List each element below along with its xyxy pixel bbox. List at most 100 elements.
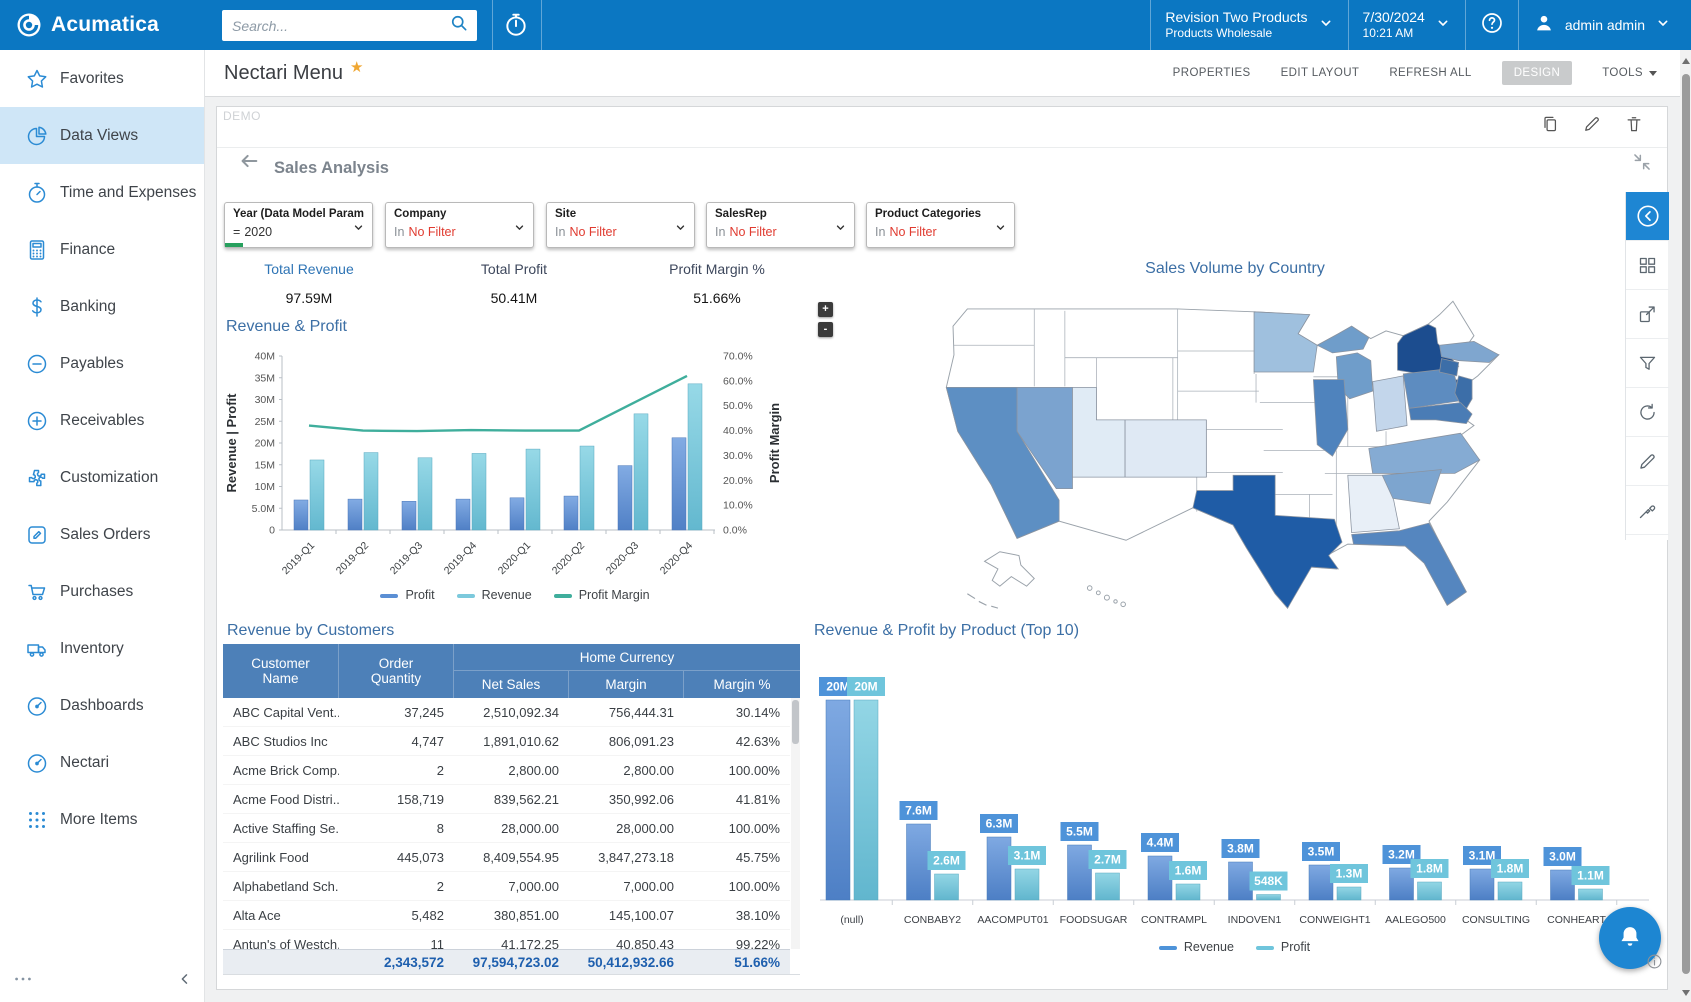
favorite-star-icon[interactable]: ★ bbox=[350, 58, 363, 76]
tenant-selector[interactable]: Revision Two Products Products Wholesale bbox=[1150, 0, 1347, 50]
kpi-label[interactable]: Total Revenue bbox=[209, 261, 409, 277]
filter-salesrep[interactable]: SalesRepInNo Filter bbox=[706, 202, 855, 248]
user-menu[interactable]: admin admin bbox=[1518, 0, 1691, 50]
table-row[interactable]: Active Staffing Se...828,000.0028,000.00… bbox=[223, 814, 790, 843]
sidebar-item-finance[interactable]: Finance bbox=[0, 221, 204, 278]
search-input[interactable] bbox=[222, 18, 449, 34]
trash-icon[interactable] bbox=[1624, 114, 1644, 139]
svg-text:35M: 35M bbox=[255, 372, 275, 384]
sidebar-item-data-views[interactable]: Data Views bbox=[0, 107, 204, 164]
table-row[interactable]: ABC Studios Inc4,7471,891,010.62806,091.… bbox=[223, 727, 790, 756]
legend-item[interactable]: Profit bbox=[1256, 940, 1310, 954]
rail-grid4-icon[interactable] bbox=[1626, 241, 1669, 290]
tools-button[interactable]: TOOLS bbox=[1602, 67, 1657, 79]
col-header-margin-[interactable]: Margin % bbox=[684, 671, 800, 698]
sidebar-more-icon[interactable] bbox=[12, 968, 34, 995]
edit-layout-button[interactable]: EDIT LAYOUT bbox=[1281, 67, 1360, 79]
rail-share-icon[interactable] bbox=[1626, 290, 1669, 339]
page-scrollbar[interactable] bbox=[1680, 50, 1691, 1002]
properties-button[interactable]: PROPERTIES bbox=[1173, 67, 1251, 79]
svg-text:5.0M: 5.0M bbox=[252, 503, 275, 515]
map-zoom-in-button[interactable]: + bbox=[818, 302, 833, 317]
date-selector[interactable]: 7/30/2024 10:21 AM bbox=[1348, 0, 1465, 50]
svg-text:40M: 40M bbox=[255, 351, 275, 363]
sidebar-collapse-icon[interactable] bbox=[176, 970, 194, 993]
sidebar-item-time-and-expenses[interactable]: Time and Expenses bbox=[0, 164, 204, 221]
filter-product-categories[interactable]: Product CategoriesInNo Filter bbox=[866, 202, 1015, 248]
svg-text:CONWEIGHT1: CONWEIGHT1 bbox=[1299, 914, 1370, 926]
sidebar-item-receivables[interactable]: Receivables bbox=[0, 392, 204, 449]
table-cell: 7,000.00 bbox=[454, 879, 569, 894]
business-date-icon[interactable] bbox=[503, 12, 529, 43]
scroll-down-arrow[interactable] bbox=[1682, 990, 1690, 996]
refresh-all-button[interactable]: REFRESH ALL bbox=[1389, 67, 1471, 79]
table-row[interactable]: Alta Ace5,482380,851.00145,100.0738.10% bbox=[223, 901, 790, 930]
legend-item[interactable]: Revenue bbox=[457, 588, 532, 602]
state-OH[interactable] bbox=[1373, 376, 1407, 431]
state-MN[interactable] bbox=[1254, 312, 1317, 372]
global-search[interactable] bbox=[222, 10, 477, 41]
rail-circle-chevron-left-icon[interactable] bbox=[1626, 192, 1669, 241]
rail-refresh-icon[interactable] bbox=[1626, 388, 1669, 437]
table-scrollbar[interactable] bbox=[791, 698, 800, 949]
info-icon[interactable] bbox=[1646, 953, 1663, 975]
bar-value-badge: 5.5M bbox=[1061, 822, 1099, 841]
state-FL[interactable] bbox=[1352, 523, 1467, 605]
col-header-net-sales[interactable]: Net Sales bbox=[454, 671, 569, 698]
acumatica-logo[interactable]: Acumatica bbox=[0, 12, 205, 38]
rail-funnel-icon[interactable] bbox=[1626, 339, 1669, 388]
table-row[interactable]: ABC Capital Vent...37,2452,510,092.34756… bbox=[223, 698, 790, 727]
state-AK[interactable] bbox=[985, 552, 1035, 586]
legend-item[interactable]: Profit Margin bbox=[554, 588, 650, 602]
scrollbar-thumb[interactable] bbox=[1682, 74, 1690, 974]
state-HI[interactable] bbox=[1087, 586, 1125, 607]
table-row[interactable]: Agrilink Food445,0738,409,554.953,847,27… bbox=[223, 843, 790, 872]
table-row[interactable]: Alphabetland Sch...27,000.007,000.00100.… bbox=[223, 872, 790, 901]
legend-item[interactable]: Revenue bbox=[1159, 940, 1234, 954]
col-header-customer-name[interactable]: CustomerName bbox=[223, 644, 339, 698]
sidebar-item-favorites[interactable]: Favorites bbox=[0, 50, 204, 107]
sidebar-item-banking[interactable]: Banking bbox=[0, 278, 204, 335]
revenue-by-customers-table[interactable]: CustomerNameOrderQuantityHome CurrencyNe… bbox=[223, 644, 800, 975]
col-header-order-quantity[interactable]: OrderQuantity bbox=[339, 644, 454, 698]
table-body[interactable]: ABC Capital Vent...37,2452,510,092.34756… bbox=[223, 698, 790, 959]
filter-company[interactable]: CompanyInNo Filter bbox=[385, 202, 534, 248]
revenue-profit-chart-legend[interactable]: Profit Revenue Profit Margin bbox=[220, 588, 810, 602]
map-zoom-out-button[interactable]: - bbox=[818, 322, 833, 337]
sidebar-item-nectari[interactable]: Nectari bbox=[0, 734, 204, 791]
legend-item[interactable]: Profit bbox=[380, 588, 434, 602]
table-row[interactable]: Acme Food Distri...158,719839,562.21350,… bbox=[223, 785, 790, 814]
table-row[interactable]: Acme Brick Comp...22,800.002,800.00100.0… bbox=[223, 756, 790, 785]
state-CO[interactable] bbox=[1125, 420, 1206, 477]
collapse-panel-icon[interactable] bbox=[1632, 152, 1652, 177]
col-header-margin[interactable]: Margin bbox=[569, 671, 684, 698]
rail-pencil-icon[interactable] bbox=[1626, 437, 1669, 486]
filter-year-data-model-paramete[interactable]: Year (Data Model Paramete...=2020 bbox=[224, 202, 373, 248]
sidebar-item-payables[interactable]: Payables bbox=[0, 335, 204, 392]
design-button[interactable]: DESIGN bbox=[1502, 61, 1573, 85]
search-icon[interactable] bbox=[449, 13, 469, 38]
svg-text:1.1M: 1.1M bbox=[1577, 869, 1604, 883]
copy-icon[interactable] bbox=[1540, 114, 1560, 139]
pencil-icon[interactable] bbox=[1582, 114, 1602, 139]
help-button[interactable] bbox=[1465, 0, 1518, 50]
sales-volume-map[interactable] bbox=[895, 286, 1575, 616]
filter-site[interactable]: SiteInNo Filter bbox=[546, 202, 695, 248]
table-scrollbar-thumb[interactable] bbox=[792, 700, 799, 744]
table-cell: 2 bbox=[339, 763, 454, 778]
rail-eyedropper-icon[interactable] bbox=[1626, 486, 1669, 535]
revenue-profit-chart[interactable]: 40M35M30M25M20M15M10M5.0M070.0%60.0%50.0… bbox=[220, 338, 810, 591]
sidebar-item-customization[interactable]: Customization bbox=[0, 449, 204, 506]
sidebar-item-label: Data Views bbox=[60, 127, 138, 145]
sidebar-item-inventory[interactable]: Inventory bbox=[0, 620, 204, 677]
revenue-profit-by-product-chart[interactable]: 20M20M(null)7.6M2.6MCONBABY26.3M3.1MAACO… bbox=[812, 650, 1657, 947]
state-MI[interactable] bbox=[1317, 326, 1369, 353]
scroll-up-arrow[interactable] bbox=[1682, 58, 1690, 64]
sidebar-item-more-items[interactable]: More Items bbox=[0, 791, 204, 848]
sidebar-item-purchases[interactable]: Purchases bbox=[0, 563, 204, 620]
sidebar-item-dashboards[interactable]: Dashboards bbox=[0, 677, 204, 734]
table-cell: Active Staffing Se... bbox=[223, 821, 339, 836]
product-chart-legend[interactable]: Revenue Profit bbox=[812, 940, 1657, 954]
sidebar-item-sales-orders[interactable]: Sales Orders bbox=[0, 506, 204, 563]
back-button[interactable] bbox=[238, 150, 260, 177]
